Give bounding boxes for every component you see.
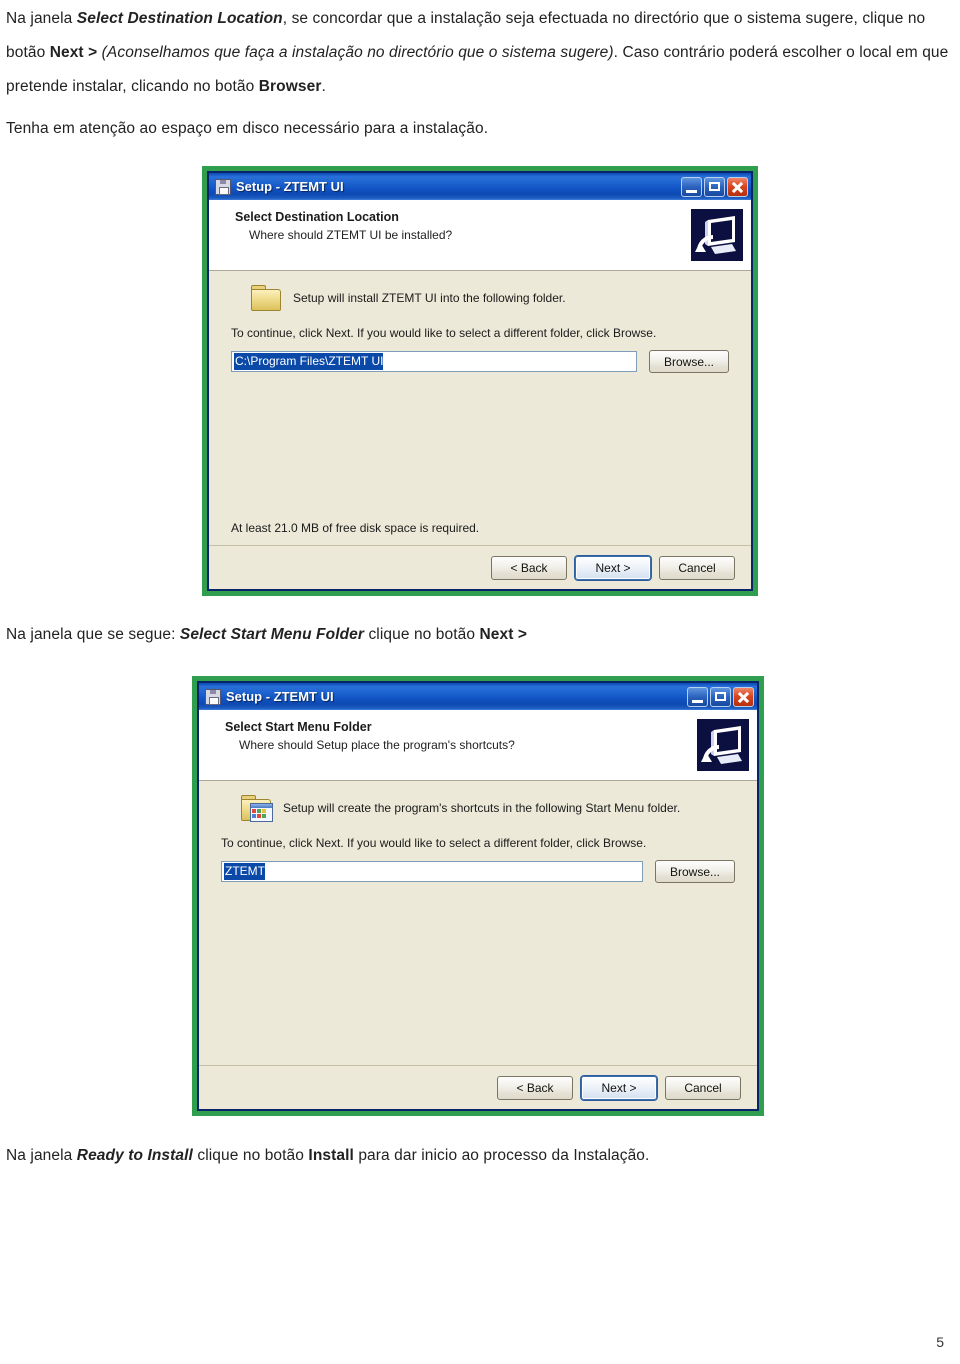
text-run: clique no botão [364,626,480,643]
destination-path-input[interactable]: C:\Program Files\ZTEMT UI [231,351,637,372]
continue-text: To continue, click Next. If you would li… [221,836,647,850]
wizard-header-text: Select Start Menu Folder Where should Se… [199,719,697,753]
minimize-button[interactable] [687,686,708,707]
info-row: Setup will create the program's shortcut… [221,795,735,822]
next-button[interactable]: Next > [575,555,651,580]
info-row: Setup will install ZTEMT UI into the fol… [231,285,729,311]
paragraph-disk-space: Tenha em atenção ao espaço em disco nece… [6,112,706,146]
browse-button[interactable]: Browse... [655,860,735,883]
computer-monitor-icon [697,719,749,771]
page-title: Select Start Menu Folder [225,720,372,734]
wizard-footer: < Back Next > Cancel [209,545,751,589]
text-run-emphasis: Select Destination Location [76,10,283,27]
cancel-button[interactable]: Cancel [665,1075,741,1100]
computer-monitor-icon [691,209,743,261]
start-menu-folder-input[interactable]: ZTEMT [221,861,643,882]
close-button[interactable] [733,686,754,707]
text-run: Na janela que se segue: [6,626,180,643]
window-title: Setup - ZTEMT UI [226,689,334,704]
cancel-button[interactable]: Cancel [659,555,735,580]
screenshot-select-destination-location: Setup - ZTEMT UI Select Destination Loca… [202,166,758,596]
setup-disk-icon [214,178,231,195]
browse-button[interactable]: Browse... [649,350,729,373]
folder-icon [251,285,281,311]
path-row: ZTEMT Browse... [221,860,735,883]
minimize-button[interactable] [681,176,702,197]
text-run-bold: Next > [49,44,98,61]
titlebar: Setup - ZTEMT UI [199,683,757,710]
text-run-emphasis: Select Start Menu Folder [179,626,365,643]
text-run-italic: (Aconselhamos que faça a instalação no d… [97,44,614,61]
text-run: Na janela [6,1147,77,1164]
text-run: para dar inicio ao processo da Instalaçã… [353,1147,650,1164]
paragraph-ready-to-install: Na janela Ready to Install clique no bot… [6,1139,906,1173]
wizard-header: Select Destination Location Where should… [209,200,751,271]
path-row: C:\Program Files\ZTEMT UI Browse... [231,350,729,373]
text-run-bold: Browser [258,78,322,95]
text-run: . [321,78,326,95]
wizard-body: Setup will create the program's shortcut… [199,781,757,1065]
window-controls [681,176,748,197]
setup-disk-icon [204,688,221,705]
text-run: Na janela [6,10,77,27]
back-button[interactable]: < Back [497,1075,573,1100]
maximize-button[interactable] [710,686,731,707]
text-run-emphasis: Ready to Install [76,1147,193,1164]
page-number: 5 [936,1334,944,1350]
setup-window-start-menu: Setup - ZTEMT UI Select Start Menu Folde… [197,681,759,1111]
paragraph-start-menu: Na janela que se segue: Select Start Men… [6,618,766,652]
info-text: Setup will install ZTEMT UI into the fol… [293,291,566,305]
maximize-button[interactable] [704,176,725,197]
disk-space-note: At least 21.0 MB of free disk space is r… [231,521,480,535]
back-button[interactable]: < Back [491,555,567,580]
screenshot-select-start-menu-folder: Setup - ZTEMT UI Select Start Menu Folde… [192,676,764,1116]
page-subtitle: Where should ZTEMT UI be installed? [249,228,453,242]
next-button[interactable]: Next > [581,1075,657,1100]
page-subtitle: Where should Setup place the program's s… [239,738,515,752]
setup-window-destination: Setup - ZTEMT UI Select Destination Loca… [207,171,753,591]
text-run: Tenha em atenção ao espaço em disco nece… [6,120,489,137]
info-text: Setup will create the program's shortcut… [283,801,681,815]
text-run-bold: Install [308,1147,354,1164]
window-title: Setup - ZTEMT UI [236,179,344,194]
close-button[interactable] [727,176,748,197]
wizard-body: Setup will install ZTEMT UI into the fol… [209,271,751,545]
text-run: clique no botão [192,1147,309,1164]
start-menu-folder-value: ZTEMT [224,863,265,880]
text-run-bold: Next > [479,626,528,643]
titlebar: Setup - ZTEMT UI [209,173,751,200]
wizard-header: Select Start Menu Folder Where should Se… [199,710,757,781]
folder-start-menu-icon [241,795,273,822]
destination-path-value: C:\Program Files\ZTEMT UI [234,353,384,370]
wizard-header-text: Select Destination Location Where should… [209,209,691,243]
continue-text: To continue, click Next. If you would li… [231,326,657,340]
paragraph-intro: Na janela Select Destination Location, s… [6,2,956,104]
page-title: Select Destination Location [235,210,399,224]
window-controls [687,686,754,707]
wizard-footer: < Back Next > Cancel [199,1065,757,1109]
